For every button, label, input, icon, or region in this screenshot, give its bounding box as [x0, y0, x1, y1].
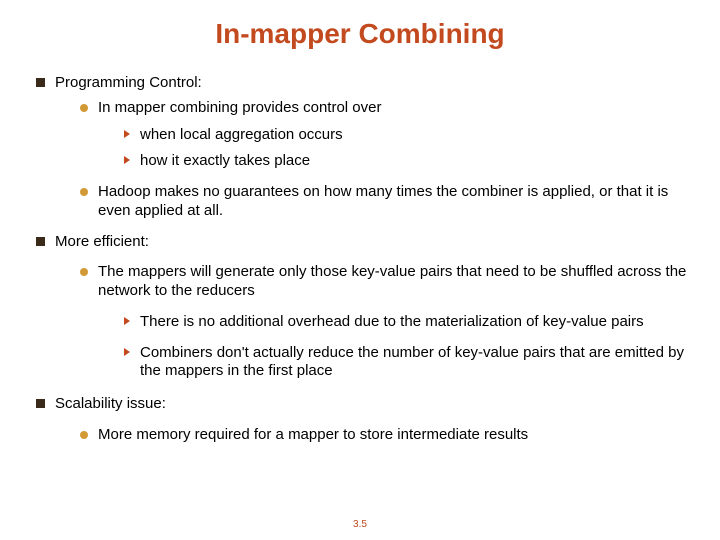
bullet-level1: More efficient:	[36, 233, 690, 252]
bullet-level3: There is no additional overhead due to t…	[124, 313, 690, 332]
slide: In-mapper Combining Programming Control:…	[0, 0, 720, 540]
page-number: 3.5	[0, 519, 720, 530]
arrow-bullet-icon	[124, 130, 130, 138]
level2-text: In mapper combining provides control ove…	[98, 99, 690, 118]
arrow-bullet-icon	[124, 317, 130, 325]
level3-text: Combiners don't actually reduce the numb…	[140, 344, 690, 382]
square-bullet-icon	[36, 78, 45, 87]
bullet-level1: Scalability issue:	[36, 395, 690, 414]
bullet-level2: Hadoop makes no guarantees on how many t…	[80, 183, 690, 221]
square-bullet-icon	[36, 237, 45, 246]
disc-bullet-icon	[80, 431, 88, 439]
bullet-level3: how it exactly takes place	[124, 152, 690, 171]
level2-text: The mappers will generate only those key…	[98, 263, 690, 301]
level1-text: Programming Control:	[55, 74, 690, 93]
disc-bullet-icon	[80, 188, 88, 196]
level1-text: Scalability issue:	[55, 395, 690, 414]
level2-text: More memory required for a mapper to sto…	[98, 426, 690, 445]
level2-text: Hadoop makes no guarantees on how many t…	[98, 183, 690, 221]
level3-text: when local aggregation occurs	[140, 126, 690, 145]
bullet-level2: The mappers will generate only those key…	[80, 263, 690, 301]
bullet-level3: Combiners don't actually reduce the numb…	[124, 344, 690, 382]
arrow-bullet-icon	[124, 156, 130, 164]
bullet-level2: More memory required for a mapper to sto…	[80, 426, 690, 445]
square-bullet-icon	[36, 399, 45, 408]
level3-text: There is no additional overhead due to t…	[140, 313, 690, 332]
bullet-level3: when local aggregation occurs	[124, 126, 690, 145]
slide-title: In-mapper Combining	[30, 18, 690, 50]
level3-text: how it exactly takes place	[140, 152, 690, 171]
arrow-bullet-icon	[124, 348, 130, 356]
level1-text: More efficient:	[55, 233, 690, 252]
bullet-level1: Programming Control:	[36, 74, 690, 93]
disc-bullet-icon	[80, 104, 88, 112]
disc-bullet-icon	[80, 268, 88, 276]
bullet-level2: In mapper combining provides control ove…	[80, 99, 690, 118]
